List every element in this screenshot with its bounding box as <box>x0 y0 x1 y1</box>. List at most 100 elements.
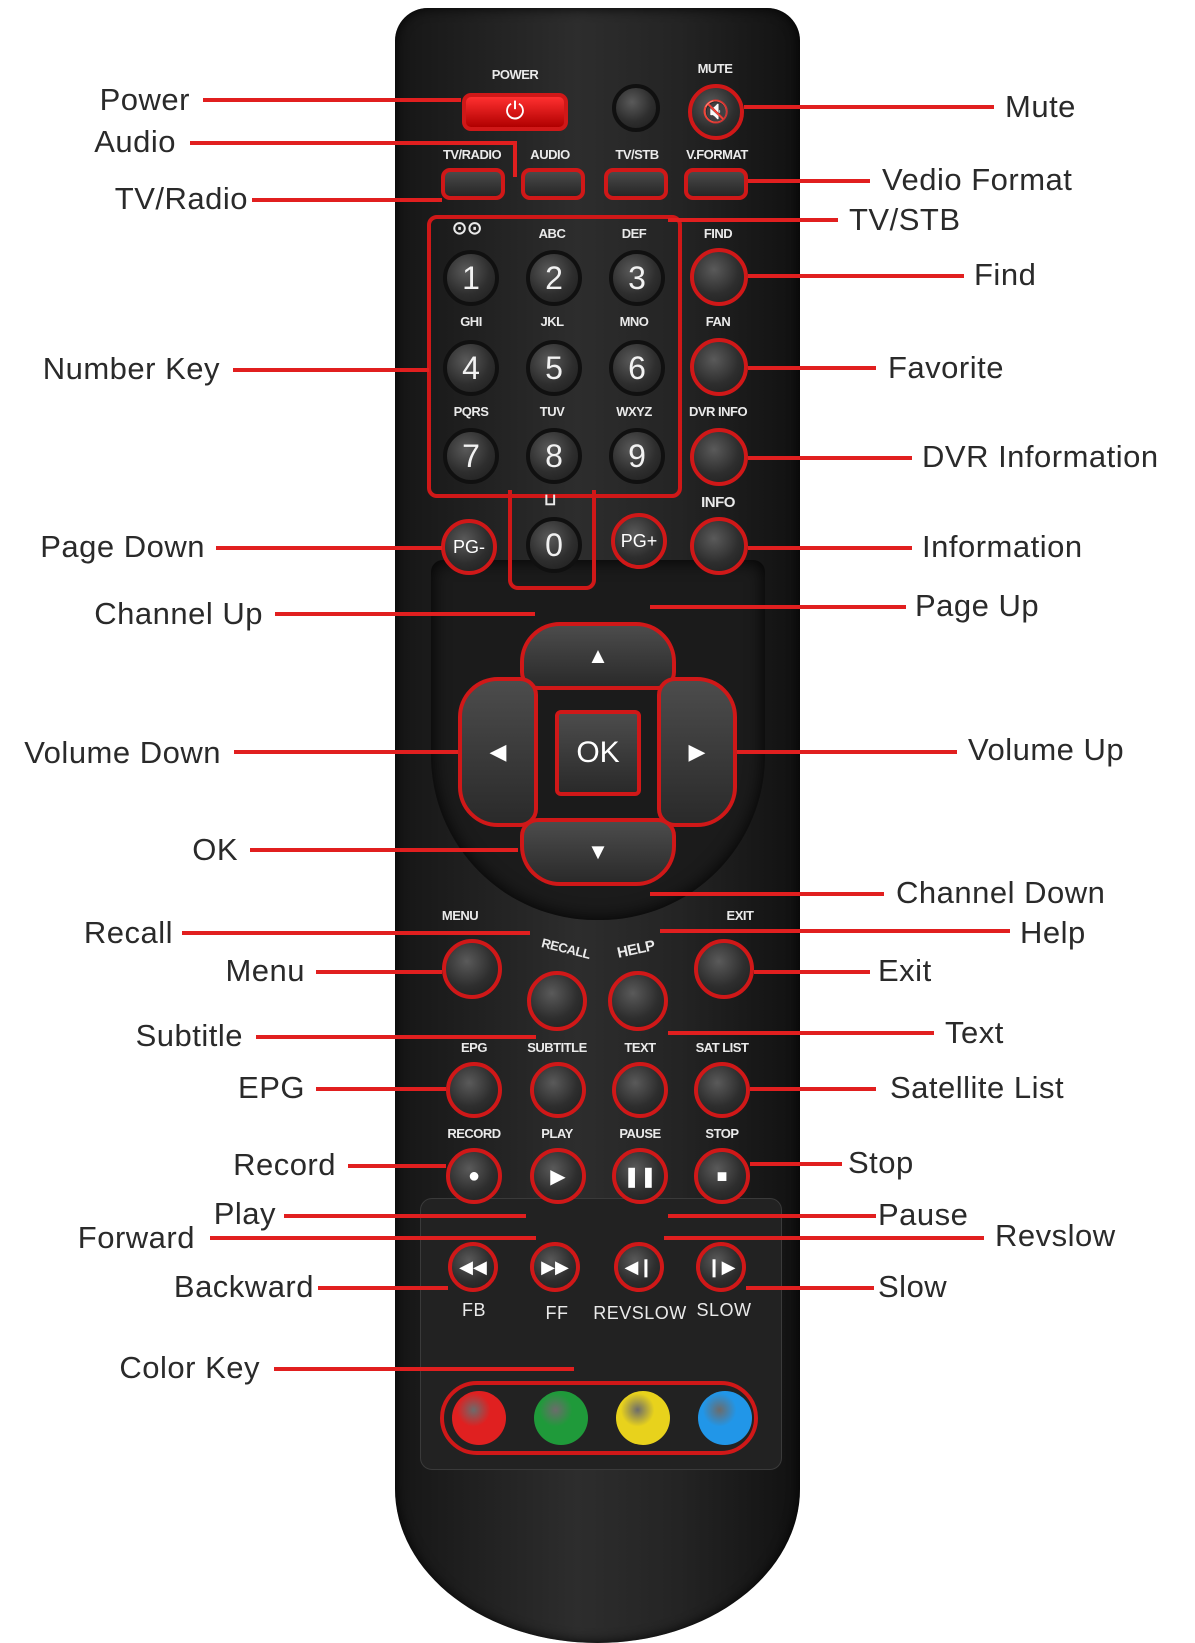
channel-down-button[interactable]: ▼ <box>520 818 676 886</box>
ok-button[interactable]: OK <box>555 710 641 796</box>
play-button[interactable]: ▶ <box>530 1148 586 1204</box>
mute-button[interactable]: 🔇 <box>688 84 744 140</box>
callout-line <box>274 1367 574 1371</box>
power-icon: ⏻ <box>505 98 525 125</box>
round-button[interactable] <box>612 84 660 132</box>
revslow-icon: ◀❙ <box>624 1256 654 1277</box>
callout-line <box>203 98 461 102</box>
key-2-letters: ABC <box>538 226 566 241</box>
volume-up-button[interactable]: ▶ <box>657 677 737 827</box>
callout-line <box>190 141 515 145</box>
yellow-key[interactable] <box>616 1391 670 1445</box>
page-up-button[interactable]: PG+ <box>611 513 667 569</box>
number-key[interactable]: 4 <box>443 340 499 396</box>
callout-line <box>650 605 906 609</box>
tv-stb-key-label: TV/STB <box>615 147 659 162</box>
callout-tv-radio: TV/Radio <box>114 181 248 216</box>
channel-up-button[interactable]: ▲ <box>520 622 676 690</box>
callout-line <box>737 750 957 754</box>
record-button[interactable]: ● <box>446 1148 502 1204</box>
callout-line <box>348 1164 446 1168</box>
number-key[interactable]: 0 <box>526 517 582 573</box>
info-button[interactable] <box>690 517 748 575</box>
callout-line <box>748 456 912 460</box>
key-3-letters: DEF <box>621 226 647 241</box>
fb-button[interactable]: ◀◀ <box>448 1242 498 1292</box>
callout-epg: EPG <box>238 1070 305 1105</box>
recall-button[interactable] <box>527 971 587 1031</box>
epg-button[interactable] <box>446 1062 502 1118</box>
right-arrow-icon: ▶ <box>688 739 706 764</box>
left-arrow-icon: ◀ <box>489 739 507 764</box>
revslow-button[interactable]: ◀❙ <box>614 1242 664 1292</box>
callout-line <box>668 1031 934 1035</box>
tv-radio-button[interactable] <box>441 168 505 200</box>
power-button[interactable]: ⏻ <box>462 93 568 131</box>
number-key[interactable]: 5 <box>526 340 582 396</box>
text-button[interactable] <box>612 1062 668 1118</box>
dvr-info-button[interactable] <box>690 428 748 486</box>
audio-button[interactable] <box>521 168 585 200</box>
sat-list-button[interactable] <box>694 1062 750 1118</box>
revslow-key-label: REVSLOW <box>593 1303 687 1323</box>
callout-number-key: Number Key <box>42 351 220 386</box>
pause-button[interactable]: ❚❚ <box>612 1148 668 1204</box>
red-key[interactable] <box>452 1391 506 1445</box>
callout-stop: Stop <box>848 1145 914 1180</box>
callout-subtitle: Subtitle <box>135 1018 243 1053</box>
number-key[interactable]: 3 <box>609 250 665 306</box>
find-button[interactable] <box>690 248 748 306</box>
callout-revslow: Revslow <box>995 1218 1116 1253</box>
page-down-button[interactable]: PG- <box>441 519 497 575</box>
help-button[interactable] <box>608 971 668 1031</box>
number-key[interactable]: 6 <box>609 340 665 396</box>
tv-radio-key-label: TV/RADIO <box>442 147 502 162</box>
pause-icon: ❚❚ <box>623 1165 657 1188</box>
pause-key-label: PAUSE <box>619 1126 661 1141</box>
key-9-letters: WXYZ <box>616 404 652 419</box>
subtitle-key-label: SUBTITLE <box>527 1040 587 1055</box>
up-arrow-icon: ▲ <box>587 643 609 668</box>
stop-button[interactable]: ■ <box>694 1148 750 1204</box>
blue-key[interactable] <box>698 1391 752 1445</box>
callout-menu: Menu <box>225 953 305 988</box>
key-digit: 1 <box>462 259 480 296</box>
ff-button[interactable]: ▶▶ <box>530 1242 580 1292</box>
callout-page-up: Page Up <box>915 588 1040 623</box>
slow-button[interactable]: ❙▶ <box>696 1242 746 1292</box>
number-key[interactable]: 1 <box>443 250 499 306</box>
voicemail-icon: ⊙⊙ <box>452 218 483 238</box>
number-key[interactable]: 9 <box>609 428 665 484</box>
favorite-button[interactable] <box>690 338 748 396</box>
callout-line <box>748 274 964 278</box>
number-key[interactable]: 7 <box>443 428 499 484</box>
callout-dvr-information: DVR Information <box>922 439 1159 474</box>
callout-line <box>275 612 535 616</box>
dvr-info-key-label: DVR INFO <box>688 404 748 419</box>
callout-find: Find <box>974 257 1037 292</box>
text-key-label: TEXT <box>624 1040 656 1055</box>
menu-button[interactable] <box>442 939 502 999</box>
green-key[interactable] <box>534 1391 588 1445</box>
stop-key-label: STOP <box>705 1126 739 1141</box>
find-key-label: FIND <box>703 226 733 241</box>
epg-key-label: EPG <box>461 1040 487 1055</box>
tv-stb-button[interactable] <box>604 168 668 200</box>
callout-audio: Audio <box>94 124 176 159</box>
pg-minus-label: PG- <box>452 536 485 557</box>
stop-icon: ■ <box>716 1165 728 1186</box>
callout-line <box>748 179 870 183</box>
v-format-button[interactable] <box>684 168 748 200</box>
callout-line <box>746 1286 874 1290</box>
callout-line <box>664 1236 984 1240</box>
callout-pause: Pause <box>878 1197 969 1232</box>
number-key[interactable]: 2 <box>526 250 582 306</box>
callout-recall: Recall <box>83 915 173 950</box>
exit-button[interactable] <box>694 939 754 999</box>
callout-line <box>750 1087 876 1091</box>
subtitle-button[interactable] <box>530 1062 586 1118</box>
volume-down-button[interactable]: ◀ <box>458 677 538 827</box>
number-key[interactable]: 8 <box>526 428 582 484</box>
rewind-icon: ◀◀ <box>459 1256 487 1277</box>
key-digit: 5 <box>545 349 563 386</box>
